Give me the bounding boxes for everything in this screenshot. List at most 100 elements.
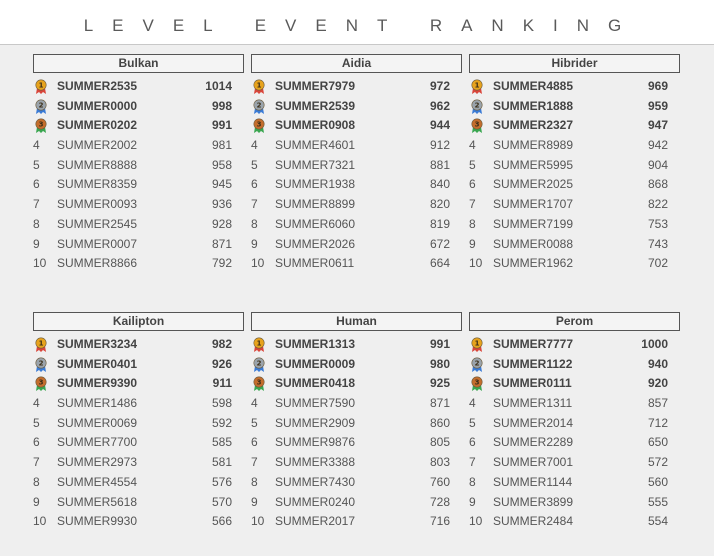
rank-number: 5: [33, 157, 40, 172]
player-score: 944: [429, 118, 450, 133]
ranking-row: 1 SUMMER3234 982: [33, 335, 244, 355]
player-name: SUMMER3899: [493, 494, 574, 509]
player-name: SUMMER1962: [493, 256, 574, 271]
rank-number: 7: [33, 455, 40, 470]
ranking-row: 10 SUMMER9930 566: [33, 512, 244, 532]
rank-number: 4: [33, 138, 40, 153]
svg-text:1: 1: [257, 82, 262, 90]
player-name: SUMMER2973: [57, 455, 138, 470]
panel-title: Hibrider: [469, 54, 680, 73]
player-score: 728: [429, 494, 450, 509]
player-name: SUMMER5995: [493, 157, 574, 172]
player-name: SUMMER0007: [57, 236, 138, 251]
player-name: SUMMER7199: [493, 216, 574, 231]
player-score: 857: [647, 396, 668, 411]
ranking-row: 6 SUMMER2025 868: [469, 175, 680, 195]
player-name: SUMMER1144: [493, 474, 573, 489]
silver-medal-icon: 2: [470, 357, 484, 373]
ranking-panel: Human 1 SUMMER1313 991 2 SUMMER0009 980 3 SUMMER…: [251, 312, 462, 532]
rank-number: 9: [33, 494, 40, 509]
player-score: 958: [211, 157, 232, 172]
player-name: SUMMER8888: [57, 157, 138, 172]
player-score: 712: [647, 415, 668, 430]
player-score: 926: [211, 356, 232, 371]
rank-number: 4: [251, 138, 258, 153]
ranking-row: 1 SUMMER7777 1000: [469, 335, 680, 355]
svg-text:3: 3: [39, 379, 44, 387]
panel-title: Human: [251, 312, 462, 331]
ranking-panel: Aidia 1 SUMMER7979 972 2 SUMMER2539 962 3 SUMMER…: [251, 54, 462, 274]
bronze-medal-icon: 3: [34, 118, 48, 134]
svg-text:2: 2: [39, 359, 44, 367]
ranking-row: 5 SUMMER2909 860: [251, 414, 462, 434]
player-name: SUMMER1313: [275, 337, 356, 351]
player-score: 860: [429, 415, 450, 430]
ranking-row: 9 SUMMER0007 871: [33, 235, 244, 255]
player-score: 672: [429, 236, 450, 251]
bronze-medal-icon: 3: [252, 376, 266, 392]
player-score: 576: [211, 474, 232, 489]
player-score: 911: [212, 376, 232, 391]
rank-number: 10: [469, 256, 483, 271]
player-score: 822: [647, 197, 668, 212]
ranking-row: 4 SUMMER4601 912: [251, 136, 462, 156]
panel-title: Aidia: [251, 54, 462, 73]
player-name: SUMMER7590: [275, 396, 356, 411]
ranking-row: 2 SUMMER1122 940: [469, 355, 680, 375]
player-name: SUMMER8989: [493, 138, 574, 153]
rank-number: 4: [469, 138, 476, 153]
player-name: SUMMER0202: [57, 118, 138, 133]
ranking-row: 8 SUMMER2545 928: [33, 215, 244, 235]
silver-medal-icon: 2: [470, 99, 484, 115]
player-name: SUMMER3234: [57, 337, 138, 351]
player-name: SUMMER0908: [275, 118, 356, 133]
rank-number: 5: [251, 415, 258, 430]
player-score: 560: [647, 474, 668, 489]
player-name: SUMMER2002: [57, 138, 138, 153]
player-name: SUMMER0418: [275, 376, 356, 391]
ranking-row: 1 SUMMER7979 972: [251, 77, 462, 97]
gold-medal-icon: 1: [34, 79, 48, 95]
ranking-row: 7 SUMMER3388 803: [251, 453, 462, 473]
player-name: SUMMER8359: [57, 177, 138, 192]
svg-text:3: 3: [475, 121, 480, 129]
gold-medal-icon: 1: [470, 79, 484, 95]
silver-medal-icon: 2: [252, 357, 266, 373]
player-name: SUMMER9390: [57, 376, 138, 391]
rank-number: 8: [33, 216, 40, 231]
player-name: SUMMER0111: [493, 376, 572, 391]
rank-number: 10: [33, 514, 47, 529]
player-score: 904: [647, 157, 668, 172]
player-name: SUMMER7430: [275, 474, 356, 489]
ranking-row: 4 SUMMER8989 942: [469, 136, 680, 156]
ranking-row: 2 SUMMER0401 926: [33, 355, 244, 375]
player-score: 572: [647, 455, 668, 470]
player-score: 959: [647, 98, 668, 113]
player-name: SUMMER0088: [493, 236, 574, 251]
ranking-row: 3 SUMMER0111 920: [469, 374, 680, 394]
ranking-list: 1 SUMMER4885 969 2 SUMMER1888 959 3 SUMMER2327 9…: [469, 77, 680, 274]
ranking-row: 8 SUMMER7430 760: [251, 473, 462, 493]
rank-number: 8: [469, 474, 476, 489]
player-score: 881: [429, 157, 450, 172]
player-name: SUMMER2014: [493, 415, 574, 430]
ranking-row: 4 SUMMER2002 981: [33, 136, 244, 156]
rank-number: 8: [251, 474, 258, 489]
rank-number: 7: [251, 455, 258, 470]
ranking-panel: Perom 1 SUMMER7777 1000 2 SUMMER1122 940 3 SUMME…: [469, 312, 680, 532]
bronze-medal-icon: 3: [470, 118, 484, 134]
ranking-list: 1 SUMMER2535 1014 2 SUMMER0000 998 3 SUMMER0202…: [33, 77, 244, 274]
player-name: SUMMER2535: [57, 79, 138, 93]
ranking-row: 6 SUMMER7700 585: [33, 433, 244, 453]
player-score: 925: [429, 376, 450, 391]
ranking-row: 4 SUMMER1486 598: [33, 394, 244, 414]
ranking-row: 5 SUMMER0069 592: [33, 414, 244, 434]
rank-number: 9: [469, 494, 476, 509]
ranking-row: 9 SUMMER2026 672: [251, 235, 462, 255]
panel-title: Kailipton: [33, 312, 244, 331]
player-name: SUMMER0401: [57, 356, 138, 371]
ranking-row: 3 SUMMER9390 911: [33, 374, 244, 394]
rank-number: 9: [251, 236, 258, 251]
player-score: 792: [211, 256, 232, 271]
player-name: SUMMER8899: [275, 197, 356, 212]
